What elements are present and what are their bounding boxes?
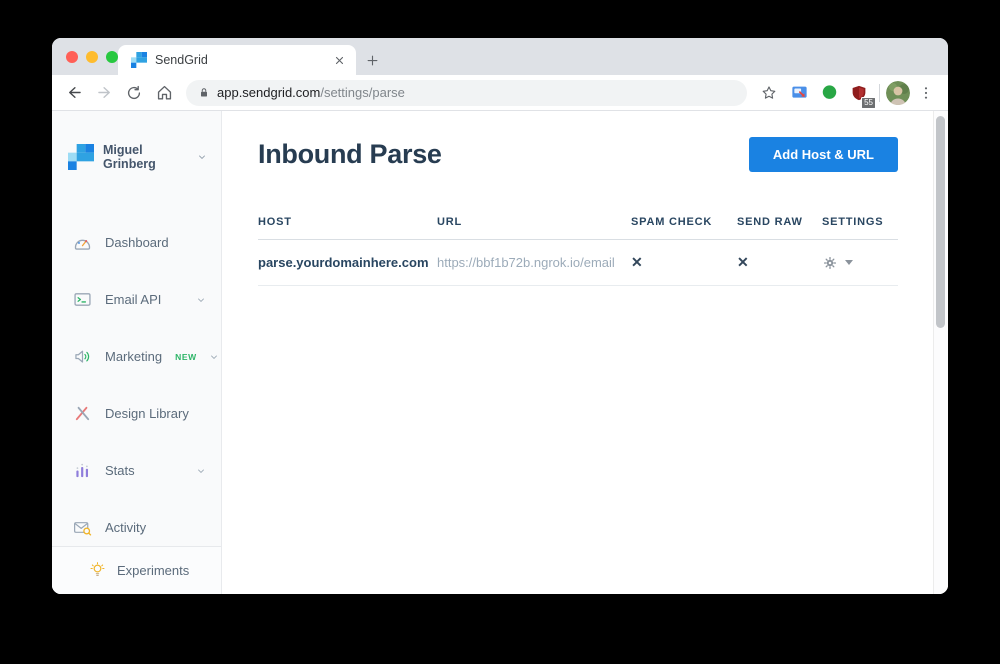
forward-button[interactable] <box>90 79 118 107</box>
sidebar-item-label: Stats <box>105 463 135 478</box>
pencil-ruler-icon <box>72 403 93 424</box>
table-row: parse.yourdomainhere.com https://bbf1b72… <box>258 240 898 286</box>
gauge-icon <box>72 232 93 253</box>
screenshot-extension-button[interactable] <box>785 79 813 107</box>
browser-tab-sendgrid[interactable]: SendGrid <box>118 45 356 75</box>
adblock-extension-button[interactable]: 55 <box>845 79 873 107</box>
column-header-host: HOST <box>258 216 437 228</box>
sidebar-item-label: Experiments <box>117 563 189 578</box>
close-tab-icon[interactable] <box>331 52 348 69</box>
sidebar-item-label: Dashboard <box>105 235 169 250</box>
sidebar-item-marketing[interactable]: Marketing NEW <box>52 328 221 385</box>
chevron-down-icon <box>197 152 207 162</box>
page-title: Inbound Parse <box>258 137 442 172</box>
send-raw-x-mark: ✕ <box>737 254 822 271</box>
add-host-url-button[interactable]: Add Host & URL <box>749 137 898 172</box>
kebab-menu-icon <box>918 85 934 101</box>
tab-title: SendGrid <box>155 53 323 67</box>
sidebar-nav: Dashboard Email API <box>52 214 221 556</box>
sidebar-item-experiments[interactable]: Experiments <box>52 546 221 594</box>
sidebar-item-stats[interactable]: Stats <box>52 442 221 499</box>
tab-strip: SendGrid <box>52 38 948 75</box>
sidebar-item-email-api[interactable]: Email API <box>52 271 221 328</box>
table-header-row: HOST URL SPAM CHECK SEND RAW SETTINGS <box>258 216 898 240</box>
sidebar-item-label: Marketing <box>105 349 162 364</box>
window-controls <box>66 51 118 63</box>
reload-icon <box>125 84 143 102</box>
caret-down-icon <box>845 260 853 265</box>
column-header-settings: SETTINGS <box>822 216 898 228</box>
terminal-icon <box>72 289 93 310</box>
envelope-search-icon <box>72 517 93 538</box>
screenshot-stage: SendGrid <box>0 0 1000 664</box>
gear-icon <box>822 255 838 271</box>
plus-icon <box>365 53 380 68</box>
home-button[interactable] <box>150 79 178 107</box>
sendgrid-favicon <box>131 52 147 68</box>
avatar[interactable] <box>886 81 910 105</box>
minimize-window-button[interactable] <box>86 51 98 63</box>
column-header-send-raw: SEND RAW <box>737 216 822 228</box>
hangouts-extension-button[interactable] <box>815 79 843 107</box>
sidebar-item-dashboard[interactable]: Dashboard <box>52 214 221 271</box>
browser-menu-button[interactable] <box>912 79 940 107</box>
home-icon <box>158 87 170 99</box>
forward-icon <box>98 88 108 98</box>
sidebar-item-label: Activity <box>105 520 146 535</box>
host-cell: parse.yourdomainhere.com <box>258 255 437 270</box>
new-badge: NEW <box>175 352 197 362</box>
toolbar-separator <box>879 84 880 102</box>
scrollbar-thumb[interactable] <box>936 116 945 328</box>
url-text: app.sendgrid.com/settings/parse <box>217 85 405 100</box>
back-button[interactable] <box>60 79 88 107</box>
row-settings-menu[interactable] <box>822 255 898 271</box>
sidebar: Miguel Grinberg <box>52 111 222 594</box>
hangouts-extension-icon <box>820 83 839 102</box>
account-switcher[interactable]: Miguel Grinberg <box>52 111 221 171</box>
address-bar[interactable]: app.sendgrid.com/settings/parse <box>186 80 747 106</box>
megaphone-icon <box>72 346 93 367</box>
sidebar-item-label: Email API <box>105 292 161 307</box>
star-icon <box>763 87 775 98</box>
sendgrid-logo <box>68 144 94 170</box>
back-icon <box>69 88 79 98</box>
screenshot-extension-icon <box>790 83 809 102</box>
bar-chart-icon <box>72 460 93 481</box>
page-scrollbar[interactable] <box>933 111 948 594</box>
browser-toolbar: app.sendgrid.com/settings/parse <box>52 75 948 111</box>
url-host: app.sendgrid.com <box>217 85 320 100</box>
reload-button[interactable] <box>120 79 148 107</box>
chevron-down-icon <box>196 295 206 305</box>
chevron-down-icon <box>196 466 206 476</box>
close-window-button[interactable] <box>66 51 78 63</box>
main-content: Inbound Parse Add Host & URL HOST URL SP… <box>222 111 948 594</box>
new-tab-button[interactable] <box>358 46 386 74</box>
url-path: /settings/parse <box>320 85 405 100</box>
sendgrid-app: Miguel Grinberg <box>52 111 948 594</box>
zoom-window-button[interactable] <box>106 51 118 63</box>
account-name: Miguel Grinberg <box>103 143 188 171</box>
extension-badge: 55 <box>861 97 876 109</box>
url-cell: https://bbf1b72b.ngrok.io/email <box>437 255 631 270</box>
column-header-spam-check: SPAM CHECK <box>631 216 737 228</box>
parse-settings-table: HOST URL SPAM CHECK SEND RAW SETTINGS pa… <box>258 216 898 286</box>
lightbulb-icon <box>88 561 107 580</box>
browser-window: SendGrid <box>52 38 948 594</box>
chevron-down-icon <box>209 352 219 362</box>
sidebar-item-design-library[interactable]: Design Library <box>52 385 221 442</box>
spam-check-x-mark: ✕ <box>631 254 737 271</box>
sidebar-item-label: Design Library <box>105 406 189 421</box>
column-header-url: URL <box>437 216 631 228</box>
content-header: Inbound Parse Add Host & URL <box>258 137 898 172</box>
bookmark-button[interactable] <box>755 79 783 107</box>
lock-icon <box>198 86 210 99</box>
